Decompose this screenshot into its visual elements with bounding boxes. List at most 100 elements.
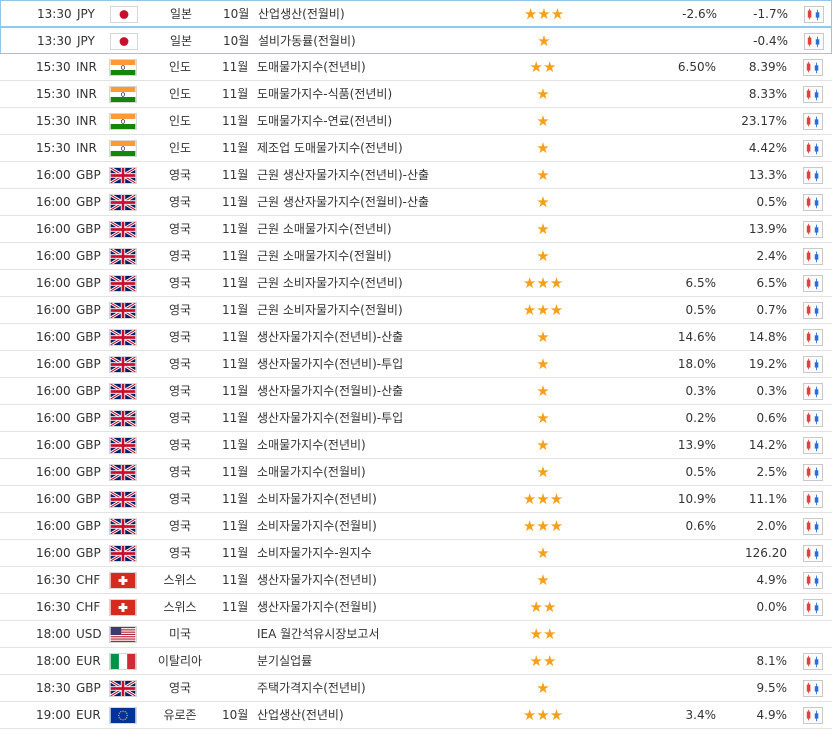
- chart-icon[interactable]: [803, 680, 823, 697]
- chart-icon[interactable]: [803, 221, 823, 238]
- table-row[interactable]: 16:00 GBP 영국 11월 생산자물가지수(전월비)-투입 ★ 0.2% …: [0, 405, 832, 432]
- event-name[interactable]: 근원 생산자물가지수(전년비)-산출: [257, 162, 507, 188]
- table-row[interactable]: 16:00 GBP 영국 11월 소비자물가지수(전년비) ★★★ 10.9% …: [0, 486, 832, 513]
- table-row[interactable]: 18:00 USD 미국 IEA 월간석유시장보고서 ★★: [0, 621, 832, 648]
- chart-icon[interactable]: [803, 464, 823, 481]
- currency-cell: GBP: [76, 357, 101, 371]
- event-name[interactable]: 생산자물가지수(전월비)-투입: [257, 405, 507, 431]
- event-name[interactable]: 분기실업률: [257, 648, 507, 674]
- event-name[interactable]: 생산자물가지수(전년비)-투입: [257, 351, 507, 377]
- flag-icon: [109, 545, 137, 562]
- previous-value: 0.3%: [756, 384, 788, 398]
- table-row[interactable]: 13:30 JPY 일본 10월 설비가동률(전월비) ★ -0.4%: [0, 27, 832, 54]
- table-row[interactable]: 16:00 GBP 영국 11월 소매물가지수(전월비) ★ 0.5% 2.5%: [0, 459, 832, 486]
- event-name[interactable]: 제조업 도매물가지수(전년비): [257, 135, 507, 161]
- chart-icon[interactable]: [803, 113, 823, 130]
- event-name[interactable]: 도매물가지수-연료(전년비): [257, 108, 507, 134]
- table-row[interactable]: 16:00 GBP 영국 11월 근원 생산자물가지수(전월비)-산출 ★ 0.…: [0, 189, 832, 216]
- chart-icon[interactable]: [803, 248, 823, 265]
- flag-icon: [109, 356, 137, 373]
- table-row[interactable]: 16:00 GBP 영국 11월 소비자물가지수(전월비) ★★★ 0.6% 2…: [0, 513, 832, 540]
- table-row[interactable]: 15:30 INR 인도 11월 도매물가지수(전년비) ★★ 6.50% 8.…: [0, 54, 832, 81]
- table-row[interactable]: 18:30 GBP 영국 주택가격지수(전년비) ★ 9.5%: [0, 675, 832, 702]
- table-row[interactable]: 16:00 GBP 영국 11월 소매물가지수(전년비) ★ 13.9% 14.…: [0, 432, 832, 459]
- chart-icon[interactable]: [803, 545, 823, 562]
- chart-icon[interactable]: [804, 33, 824, 50]
- flag-icon: [109, 113, 137, 130]
- country-cell: 영국: [168, 330, 192, 344]
- event-name[interactable]: 산업생산(전년비): [257, 702, 507, 728]
- event-name[interactable]: 소비자물가지수(전년비): [257, 486, 507, 512]
- table-row[interactable]: 16:00 GBP 영국 11월 소비자물가지수-원지수 ★ 126.20: [0, 540, 832, 567]
- table-row[interactable]: 16:00 GBP 영국 11월 근원 소매물가지수(전년비) ★ 13.9%: [0, 216, 832, 243]
- period-cell: 11월: [222, 519, 249, 533]
- table-row[interactable]: 16:00 GBP 영국 11월 근원 생산자물가지수(전년비)-산출 ★ 13…: [0, 162, 832, 189]
- importance-stars: ★★★: [522, 490, 564, 508]
- previous-value: 4.42%: [748, 141, 787, 155]
- table-row[interactable]: 15:30 INR 인도 11월 도매물가지수-연료(전년비) ★ 23.17%: [0, 108, 832, 135]
- chart-icon[interactable]: [803, 653, 823, 670]
- event-name[interactable]: 근원 소비자물가지수(전월비): [257, 297, 507, 323]
- time-cell: 16:00: [36, 384, 71, 398]
- table-row[interactable]: 16:00 GBP 영국 11월 생산자물가지수(전년비)-산출 ★ 14.6%…: [0, 324, 832, 351]
- table-row[interactable]: 16:00 GBP 영국 11월 근원 소비자물가지수(전월비) ★★★ 0.5…: [0, 297, 832, 324]
- currency-cell: INR: [76, 87, 97, 101]
- event-name[interactable]: 생산자물가지수(전월비)-산출: [257, 378, 507, 404]
- table-row[interactable]: 18:00 EUR 이탈리아 분기실업률 ★★ 8.1%: [0, 648, 832, 675]
- event-name[interactable]: 산업생산(전월비): [258, 1, 508, 27]
- event-name[interactable]: IEA 월간석유시장보고서: [257, 621, 507, 647]
- chart-icon[interactable]: [804, 6, 824, 23]
- currency-cell: GBP: [76, 384, 101, 398]
- table-row[interactable]: 16:00 GBP 영국 11월 생산자물가지수(전년비)-투입 ★ 18.0%…: [0, 351, 832, 378]
- chart-icon[interactable]: [803, 410, 823, 427]
- event-name[interactable]: 근원 소비자물가지수(전년비): [257, 270, 507, 296]
- event-name[interactable]: 생산자물가지수(전월비): [257, 594, 507, 620]
- table-row[interactable]: 15:30 INR 인도 11월 도매물가지수-식품(전년비) ★ 8.33%: [0, 81, 832, 108]
- actual-value: [610, 216, 716, 242]
- chart-icon[interactable]: [803, 437, 823, 454]
- table-row[interactable]: 16:00 GBP 영국 11월 근원 소매물가지수(전월비) ★ 2.4%: [0, 243, 832, 270]
- table-row[interactable]: 16:30 CHF 스위스 11월 생산자물가지수(전년비) ★ 4.9%: [0, 567, 832, 594]
- chart-icon[interactable]: [803, 599, 823, 616]
- chart-icon[interactable]: [803, 383, 823, 400]
- chart-icon[interactable]: [803, 491, 823, 508]
- event-name[interactable]: 소매물가지수(전년비): [257, 432, 507, 458]
- chart-icon[interactable]: [803, 140, 823, 157]
- chart-icon[interactable]: [803, 572, 823, 589]
- chart-icon[interactable]: [803, 194, 823, 211]
- flag-icon: [109, 437, 137, 454]
- country-cell: 이탈리아: [157, 654, 203, 668]
- event-name[interactable]: 생산자물가지수(전년비)-산출: [257, 324, 507, 350]
- chart-icon[interactable]: [803, 707, 823, 724]
- event-name[interactable]: 설비가동률(전월비): [258, 28, 508, 54]
- event-name[interactable]: 도매물가지수(전년비): [257, 54, 507, 80]
- event-name[interactable]: 주택가격지수(전년비): [257, 675, 507, 701]
- chart-icon[interactable]: [803, 167, 823, 184]
- chart-icon[interactable]: [803, 59, 823, 76]
- event-name[interactable]: 근원 소매물가지수(전년비): [257, 216, 507, 242]
- table-row[interactable]: 13:30 JPY 일본 10월 산업생산(전월비) ★★★ -2.6% -1.…: [0, 0, 832, 27]
- country-cell: 영국: [168, 168, 192, 182]
- chart-icon[interactable]: [803, 86, 823, 103]
- event-name[interactable]: 소비자물가지수-원지수: [257, 540, 507, 566]
- event-name[interactable]: 근원 소매물가지수(전월비): [257, 243, 507, 269]
- table-row[interactable]: 15:30 INR 인도 11월 제조업 도매물가지수(전년비) ★ 4.42%: [0, 135, 832, 162]
- chart-icon[interactable]: [803, 518, 823, 535]
- event-name[interactable]: 생산자물가지수(전년비): [257, 567, 507, 593]
- event-name[interactable]: 근원 생산자물가지수(전월비)-산출: [257, 189, 507, 215]
- table-row[interactable]: 16:30 CHF 스위스 11월 생산자물가지수(전월비) ★★ 0.0%: [0, 594, 832, 621]
- flag-icon: [110, 33, 138, 50]
- time-cell: 15:30: [36, 114, 71, 128]
- event-name[interactable]: 소매물가지수(전월비): [257, 459, 507, 485]
- period-cell: 10월: [222, 708, 249, 722]
- table-row[interactable]: 16:00 GBP 영국 11월 근원 소비자물가지수(전년비) ★★★ 6.5…: [0, 270, 832, 297]
- chart-icon[interactable]: [803, 275, 823, 292]
- chart-icon[interactable]: [803, 302, 823, 319]
- currency-cell: GBP: [76, 492, 101, 506]
- chart-icon[interactable]: [803, 356, 823, 373]
- event-name[interactable]: 도매물가지수-식품(전년비): [257, 81, 507, 107]
- event-name[interactable]: 소비자물가지수(전월비): [257, 513, 507, 539]
- table-row[interactable]: 19:00 EUR 유로존 10월 산업생산(전년비) ★★★ 3.4% 4.9…: [0, 702, 832, 729]
- table-row[interactable]: 16:00 GBP 영국 11월 생산자물가지수(전월비)-산출 ★ 0.3% …: [0, 378, 832, 405]
- chart-icon[interactable]: [803, 329, 823, 346]
